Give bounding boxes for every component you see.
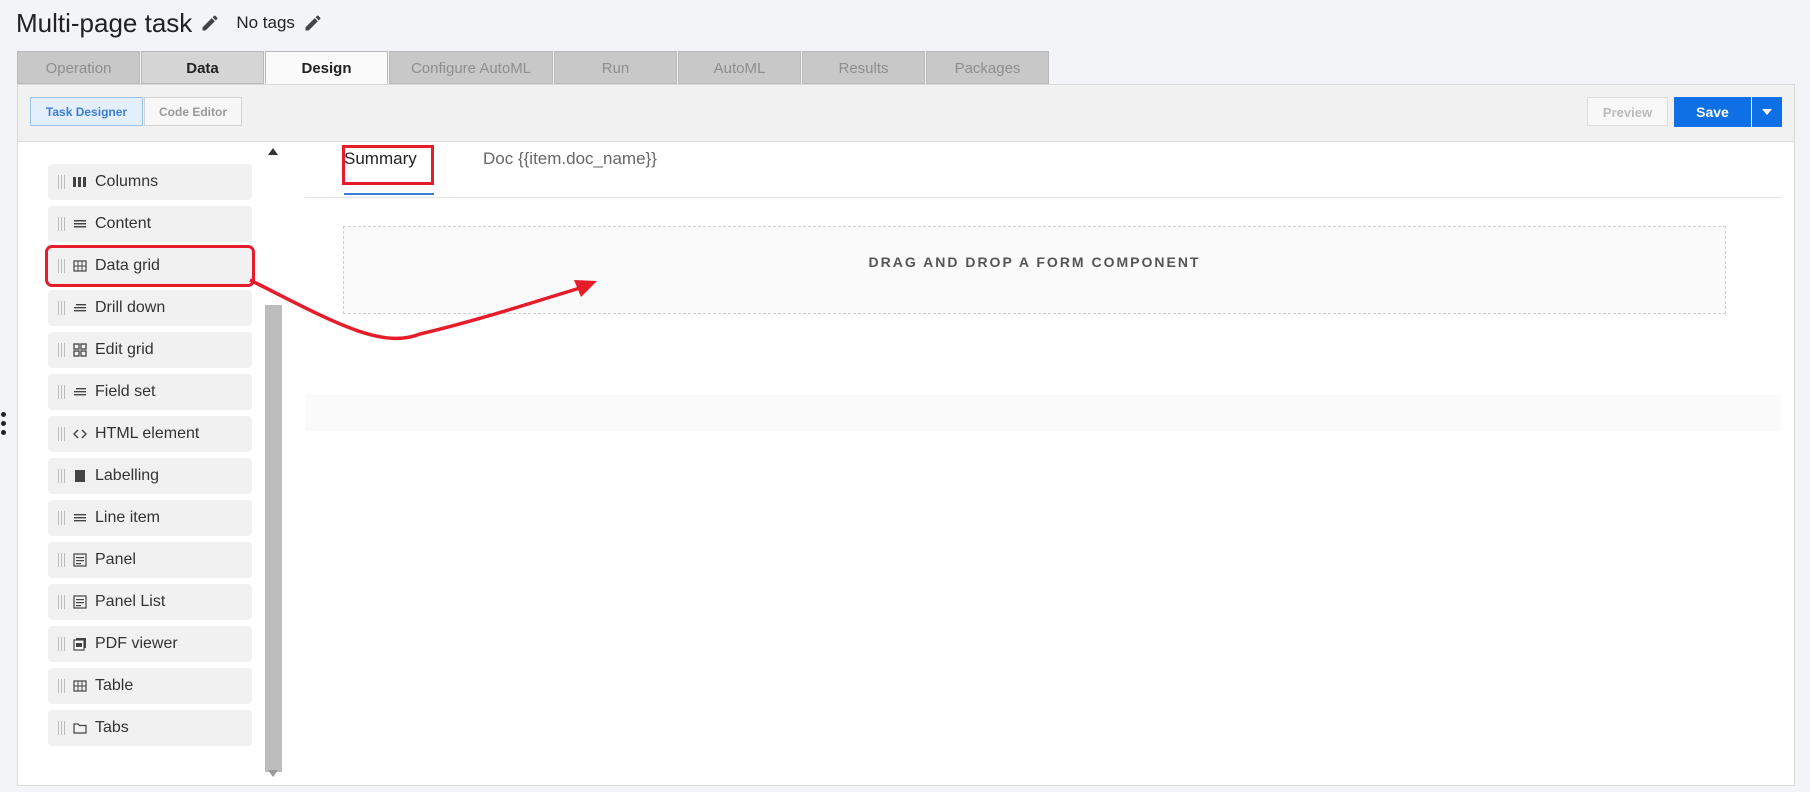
palette-item-label: Drill down [95, 299, 166, 316]
palette-item-label: Edit grid [95, 341, 154, 358]
task-title: Multi-page task [16, 7, 193, 38]
content-icon [74, 220, 86, 228]
columns-icon [73, 177, 86, 187]
palette-item-label: Columns [95, 173, 159, 190]
drag-handle-icon [58, 385, 67, 399]
edit-grid-icon [73, 343, 87, 357]
palette-item-table[interactable]: Table [48, 668, 252, 704]
tags-label: No tags [236, 13, 295, 32]
drag-handle-icon [58, 343, 67, 357]
drag-handle-icon [58, 301, 67, 315]
tab-operation[interactable]: Operation [17, 51, 140, 84]
palette-item-label: PDF viewer [95, 635, 178, 652]
grid-icon [73, 260, 87, 272]
drag-handle-icon [58, 637, 67, 651]
save-button[interactable]: Save [1674, 97, 1751, 127]
palette-item-content[interactable]: Content [48, 206, 252, 242]
tab-divider [305, 197, 1781, 198]
drag-handle-icon [58, 679, 67, 693]
main-tabs: Operation Data Design Configure AutoML R… [17, 51, 1050, 84]
edit-title-icon[interactable] [200, 13, 220, 33]
designer-frame: Task Designer Code Editor Preview Save C… [17, 84, 1795, 786]
page-tab-doc[interactable]: Doc {{item.doc_name}} [483, 149, 657, 169]
drag-handle-icon [58, 259, 67, 273]
save-options-dropdown[interactable] [1752, 97, 1782, 127]
palette-item-labelling[interactable]: Labelling [48, 458, 252, 494]
tab-results[interactable]: Results [802, 51, 925, 84]
palette-item-tabs[interactable]: Tabs [48, 710, 252, 746]
palette-item-html-element[interactable]: HTML element [48, 416, 252, 452]
tab-run[interactable]: Run [554, 51, 677, 84]
title-row: Multi-page task No tags [16, 6, 323, 40]
palette-item-panel-list[interactable]: Panel List [48, 584, 252, 620]
component-palette: Columns Content Data grid Drill down Edi… [18, 142, 265, 785]
list-icon [74, 514, 86, 522]
palette-item-data-grid[interactable]: Data grid [45, 245, 255, 287]
drag-handle-icon [58, 217, 67, 231]
drag-handle-icon [58, 721, 67, 735]
form-dropzone[interactable]: DRAG AND DROP A FORM COMPONENT [343, 226, 1726, 314]
palette-item-label: Table [95, 677, 134, 694]
scroll-down-arrow-icon[interactable] [268, 770, 278, 777]
palette-item-label: Line item [95, 509, 160, 526]
active-tab-underline [344, 193, 434, 195]
drag-handle-icon [58, 511, 67, 525]
palette-item-label: Data grid [95, 257, 160, 274]
bookmark-icon [75, 470, 85, 482]
designer-toolbar: Task Designer Code Editor Preview Save [18, 85, 1794, 142]
panel-icon [73, 595, 87, 609]
drag-handle-icon [58, 175, 67, 189]
drag-handle-icon [58, 427, 67, 441]
palette-item-columns[interactable]: Columns [48, 164, 252, 200]
drag-handle-icon [58, 553, 67, 567]
task-designer-button[interactable]: Task Designer [30, 97, 143, 126]
palette-item-line-item[interactable]: Line item [48, 500, 252, 536]
palette-item-label: Panel [95, 551, 136, 568]
palette-item-panel[interactable]: Panel [48, 542, 252, 578]
palette-item-label: Panel List [95, 593, 166, 610]
summary-highlight-box [342, 145, 434, 185]
edit-tags-icon[interactable] [303, 13, 323, 33]
code-editor-button[interactable]: Code Editor [144, 97, 242, 126]
palette-item-label: Tabs [95, 719, 129, 736]
code-icon [73, 429, 87, 439]
palette-item-edit-grid[interactable]: Edit grid [48, 332, 252, 368]
palette-item-label: Content [95, 215, 152, 232]
lines-icon [74, 388, 86, 396]
palette-item-label: HTML element [95, 425, 200, 442]
tab-design[interactable]: Design [265, 51, 388, 84]
palette-item-label: Labelling [95, 467, 160, 484]
pdf-icon [73, 638, 86, 651]
folder-icon [73, 723, 87, 734]
palette-item-field-set[interactable]: Field set [48, 374, 252, 410]
tab-automl[interactable]: AutoML [678, 51, 801, 84]
scroll-up-arrow-icon[interactable] [268, 148, 278, 155]
table-icon [73, 680, 87, 692]
tab-configure-automl[interactable]: Configure AutoML [389, 51, 553, 84]
drag-handle-icon [58, 595, 67, 609]
tab-data[interactable]: Data [141, 51, 264, 84]
lines-icon [74, 304, 86, 312]
drag-handle-icon [58, 469, 67, 483]
dropzone-text: DRAG AND DROP A FORM COMPONENT [868, 254, 1201, 270]
panel-icon [73, 553, 87, 567]
scrollbar-thumb[interactable] [265, 305, 282, 772]
palette-item-pdf-viewer[interactable]: PDF viewer [48, 626, 252, 662]
palette-item-drill-down[interactable]: Drill down [48, 290, 252, 326]
panel-resize-handle-icon[interactable] [0, 412, 8, 440]
tab-packages[interactable]: Packages [926, 51, 1049, 84]
form-footer-band [305, 395, 1781, 431]
palette-item-label: Field set [95, 383, 156, 400]
preview-button[interactable]: Preview [1587, 97, 1668, 126]
